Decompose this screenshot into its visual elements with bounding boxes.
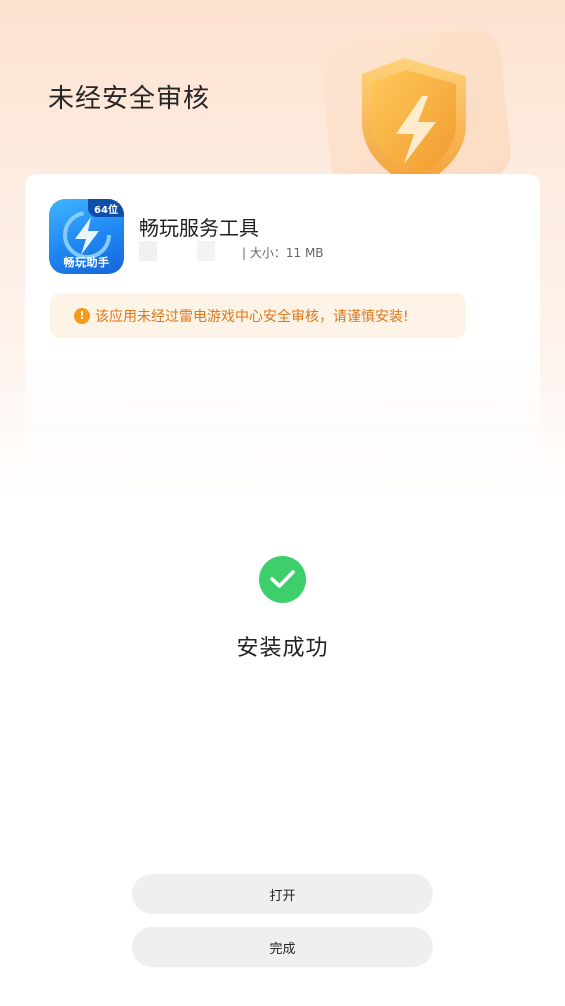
install-status-text: 安装成功 (236, 636, 329, 661)
checkmark-circle-icon (259, 556, 306, 603)
app-name: 畅玩服务工具 (139, 216, 259, 240)
done-button[interactable]: 完成 (132, 927, 433, 967)
app-size: | 大小：11 MB (242, 246, 324, 260)
app-meta-row: | 大小：11 MB (139, 241, 339, 261)
version-redacted (139, 241, 157, 261)
shield-lightning-icon (318, 28, 518, 198)
security-warning-banner: ! 该应用未经过雷电游戏中心安全审核，请谨慎安装! (50, 293, 466, 338)
app-icon-caption: 畅玩助手 (63, 256, 110, 269)
arch-badge: 64位 (88, 199, 124, 217)
page-title: 未经安全审核 (48, 84, 211, 114)
open-button[interactable]: 打开 (132, 874, 433, 914)
warning-text: 该应用未经过雷电游戏中心安全审核，请谨慎安装! (95, 308, 409, 325)
publisher-redacted (197, 241, 215, 261)
app-icon: 64位 畅玩助手 (49, 199, 124, 274)
exclamation-circle-icon: ! (74, 307, 90, 324)
